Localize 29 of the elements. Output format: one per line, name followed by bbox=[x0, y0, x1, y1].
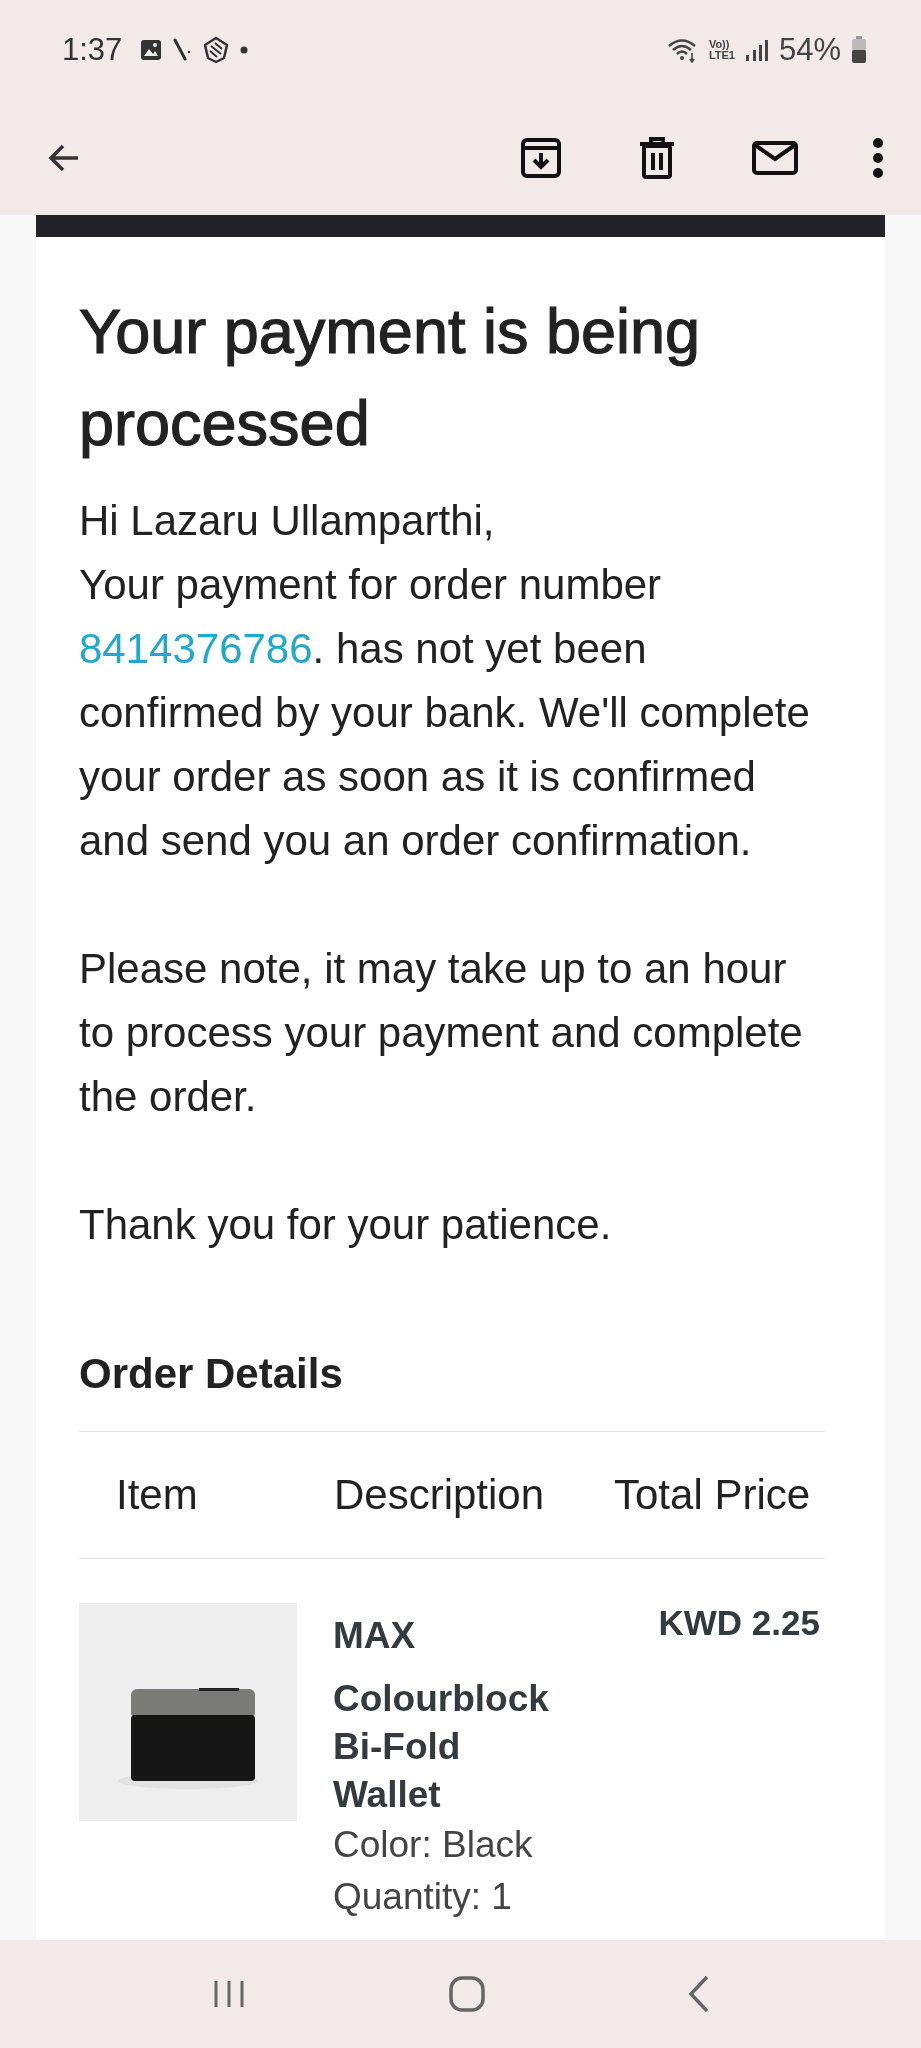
product-price: KWD 2.25 bbox=[658, 1603, 820, 1644]
product-color: Color: Black bbox=[333, 1823, 534, 1867]
network-label: Vo)) bbox=[708, 39, 730, 50]
trash-icon[interactable] bbox=[637, 135, 677, 180]
back-chevron-icon[interactable] bbox=[686, 1974, 711, 2014]
email-note: Please note, it may take up to an hour to process your payment and complete the order. bbox=[79, 944, 804, 1122]
product-name: Colourblock Bi-Fold Wallet bbox=[333, 1677, 550, 1817]
column-header: Item bbox=[115, 1471, 199, 1519]
battery-icon bbox=[851, 36, 867, 64]
network-label: LTE1 bbox=[708, 50, 735, 61]
product-brand: MAX bbox=[333, 1614, 417, 1658]
section-heading: Order Details bbox=[79, 1349, 344, 1399]
dot-icon bbox=[240, 46, 249, 54]
archive-icon[interactable] bbox=[519, 135, 563, 180]
home-icon[interactable] bbox=[447, 1975, 486, 2013]
email-message: Hi Lazaru Ullamparthi, Your payment for order number 8414376786. has not yet been confirmed by your bank. We'll complete your order as soon as it is confirmed and send you an order confirmation. bbox=[79, 496, 811, 866]
column-header: Description bbox=[334, 1471, 546, 1519]
product-quantity: Quantity: 1 bbox=[333, 1875, 513, 1919]
signal-icon bbox=[744, 38, 769, 62]
order-number-link[interactable]: 8414376786 bbox=[79, 625, 313, 672]
shield-icon bbox=[202, 36, 231, 64]
email-title: Your payment is being processed bbox=[79, 295, 702, 460]
column-header: Total Price bbox=[614, 1471, 811, 1519]
pen-icon bbox=[172, 38, 193, 62]
status-time: 1:37 bbox=[62, 32, 123, 68]
battery-percentage: 54% bbox=[778, 32, 841, 68]
image-icon bbox=[140, 39, 163, 61]
email-thanks: Thank you for your patience. bbox=[79, 1200, 613, 1250]
more-options-icon[interactable] bbox=[871, 136, 885, 179]
